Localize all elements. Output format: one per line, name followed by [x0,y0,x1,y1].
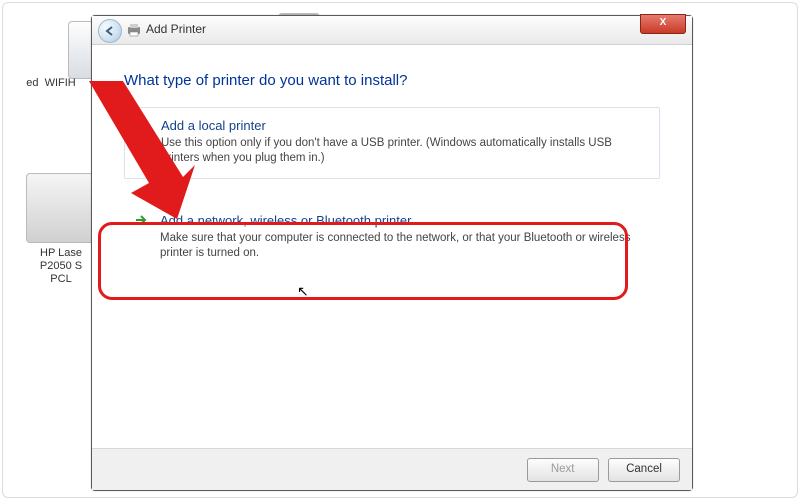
option-network-printer[interactable]: Add a network, wireless or Bluetooth pri… [124,203,660,275]
close-icon: X [660,17,667,28]
printer-label: HP Lase P2050 S PCL [21,247,101,286]
option-network-title: Add a network, wireless or Bluetooth pri… [160,213,648,228]
dialog-body: What type of printer do you want to inst… [92,44,692,448]
close-button[interactable]: X [640,14,686,34]
arrow-right-icon [134,213,148,227]
desktop-icon-printer[interactable]: HP Lase P2050 S PCL [21,173,101,286]
back-arrow-icon [104,25,116,37]
arrow-right-icon [135,118,149,132]
screenshot-frame: ed WIFIH HP Lase P2050 S PCL Add Printer… [2,2,798,498]
add-printer-dialog: Add Printer X What type of printer do yo… [91,15,693,491]
printer-thumb [26,173,96,243]
option-network-desc: Make sure that your computer is connecte… [160,231,648,261]
option-local-printer[interactable]: Add a local printer Use this option only… [124,107,660,179]
printer-icon [126,22,142,38]
next-button[interactable]: Next [527,458,599,482]
desktop-label-ed: ed WIFIH [11,77,91,89]
label: ed [26,77,38,89]
dialog-heading: What type of printer do you want to inst… [124,72,660,89]
option-local-title: Add a local printer [161,118,647,133]
option-local-desc: Use this option only if you don't have a… [161,136,647,166]
cancel-button[interactable]: Cancel [608,458,680,482]
dialog-title: Add Printer [146,22,206,36]
dialog-footer: Next Cancel [92,448,692,490]
label: WIFIH [45,77,76,89]
dialog-titlebar: Add Printer X [92,16,692,45]
back-button[interactable] [98,19,122,43]
